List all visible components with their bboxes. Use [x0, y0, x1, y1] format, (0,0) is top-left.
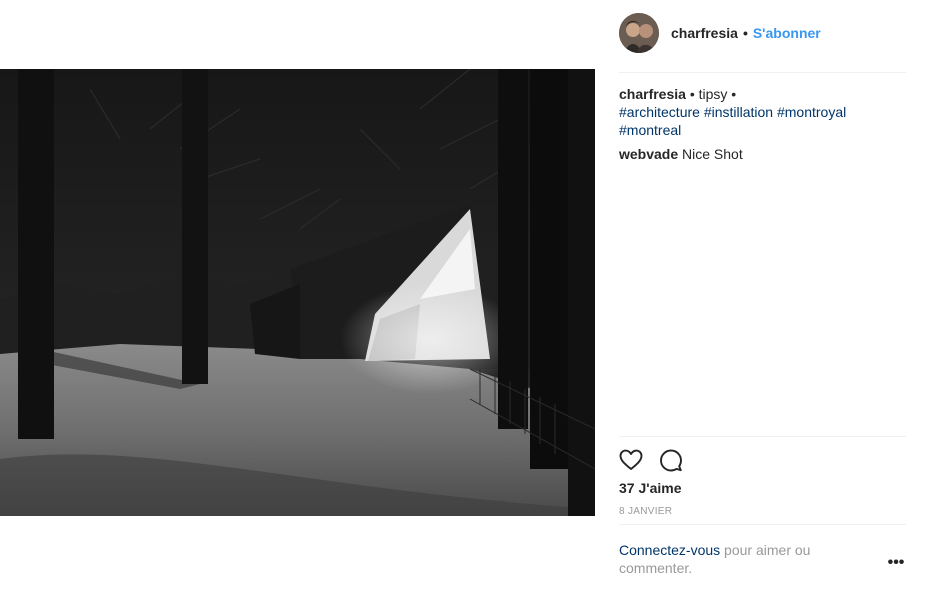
separator-dot: •: [742, 25, 748, 41]
follow-button[interactable]: S'abonner: [753, 25, 821, 41]
more-options-button[interactable]: •••: [886, 555, 906, 576]
post-side-panel: charfresia • S'abonner charfresia • tips…: [595, 0, 926, 593]
post-caption: charfresia • tipsy • #architecture #inst…: [619, 85, 906, 139]
comment-item: webvade Nice Shot: [619, 145, 906, 163]
post-photo[interactable]: [0, 69, 595, 516]
actions-divider: [619, 436, 906, 437]
hashtag-instillation[interactable]: #instillation: [704, 104, 773, 120]
login-link[interactable]: Connectez-vous: [619, 542, 720, 558]
avatar[interactable]: [619, 13, 659, 53]
night-snow-scene-image: [0, 69, 595, 516]
header-divider: [619, 72, 906, 73]
login-prompt: Connectez-vous pour aimer ou commenter.: [619, 541, 859, 577]
hashtag-architecture[interactable]: #architecture: [619, 104, 700, 120]
caption-text: • tipsy •: [685, 86, 737, 102]
author-username[interactable]: charfresia: [671, 25, 738, 41]
comment-text: Nice Shot: [682, 146, 743, 162]
post-date[interactable]: 8 JANVIER: [619, 506, 672, 517]
hashtag-montroyal[interactable]: #montroyal: [777, 104, 846, 120]
caption-username[interactable]: charfresia: [619, 86, 686, 102]
post-actions: [619, 446, 699, 474]
comment-bubble-icon[interactable]: [659, 448, 683, 472]
comment-username[interactable]: webvade: [619, 146, 678, 162]
login-divider: [619, 524, 906, 525]
heart-icon[interactable]: [619, 448, 643, 472]
hashtag-montreal[interactable]: #montreal: [619, 122, 681, 138]
post-header: charfresia • S'abonner: [619, 13, 906, 53]
likes-count[interactable]: 37 J'aime: [619, 480, 682, 496]
